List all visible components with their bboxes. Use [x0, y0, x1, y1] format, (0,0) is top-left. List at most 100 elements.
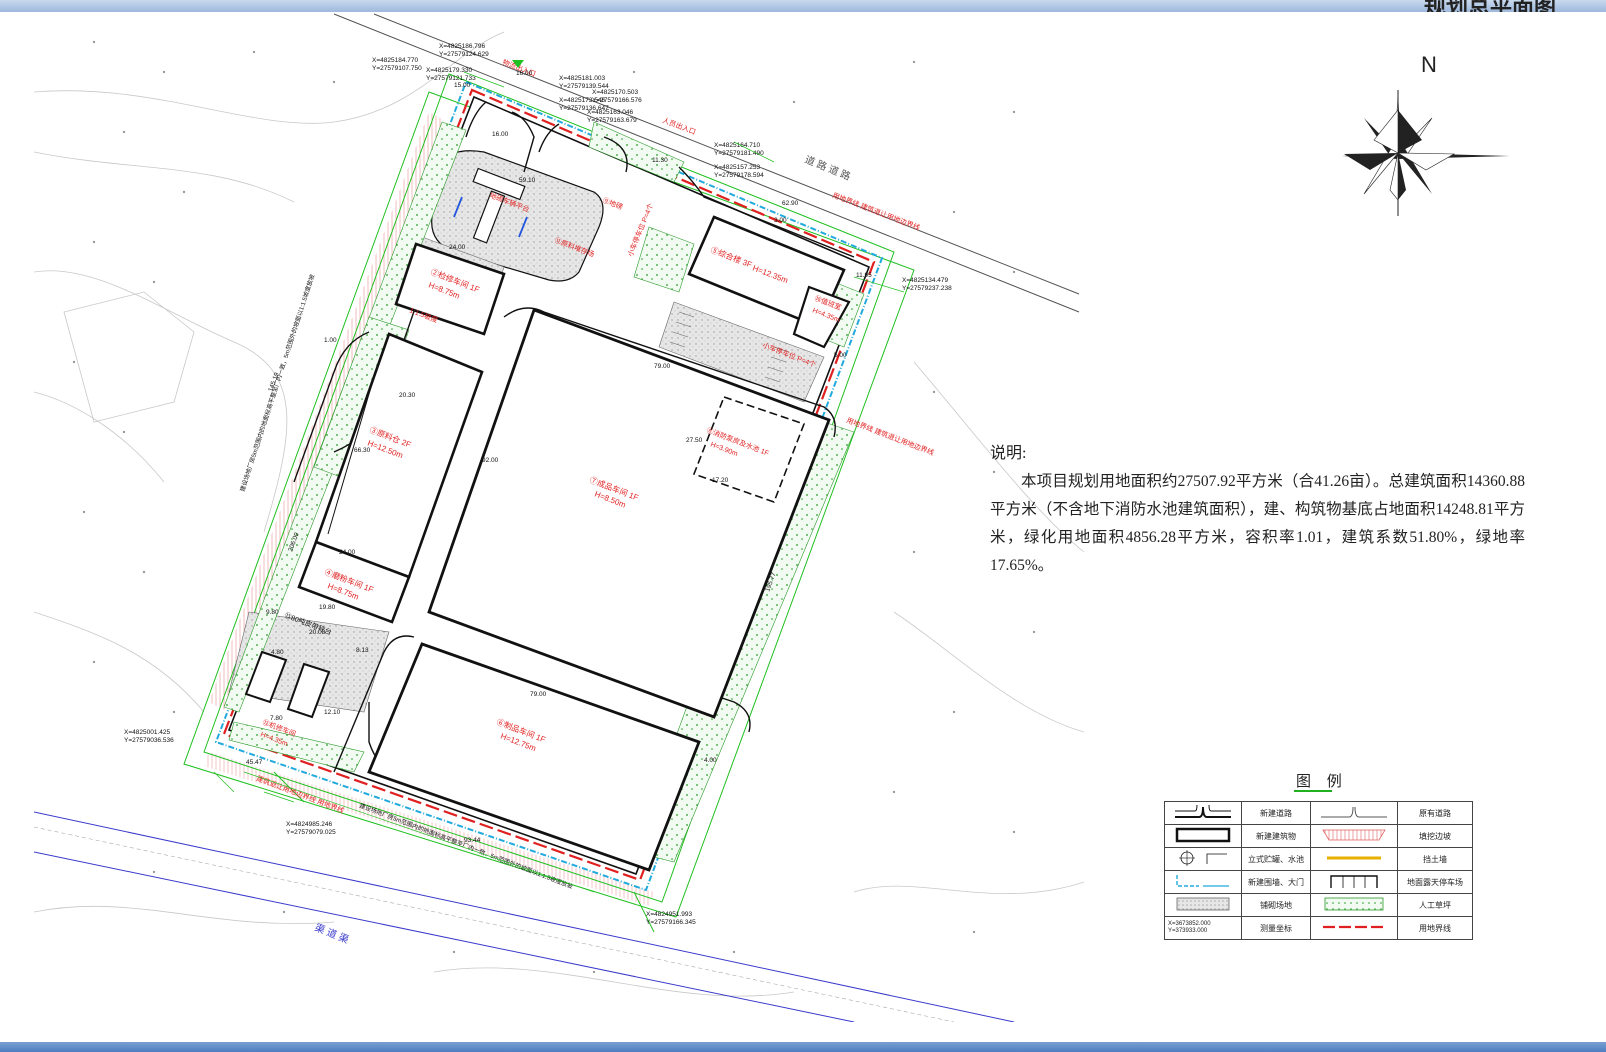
people-entrance-label: 人员出入口: [661, 115, 697, 136]
dimension-label: 66.30: [354, 447, 371, 454]
new-road-symbol: [1164, 801, 1242, 825]
coord-y: Y=27579107.750: [372, 65, 422, 72]
legend-label: 用地界线: [1397, 916, 1473, 940]
dimension-label: 79.00: [530, 691, 547, 698]
north-arrow-icon: [1342, 90, 1510, 216]
north-label: N: [1421, 52, 1437, 77]
dimension-label: 20.30: [399, 392, 416, 399]
dimension-label: 17.20: [712, 477, 729, 484]
dimension-label: 79.00: [654, 363, 671, 370]
coord-x: X=4825134.479: [902, 277, 948, 284]
legend-row: 新建道路 原有道路: [1164, 801, 1473, 825]
boundary-e-label: 用地界线 建筑退让用地边界线: [845, 415, 935, 457]
channel-label: 渠 道 渠: [313, 921, 351, 946]
dimension-label: 24.00: [339, 549, 356, 556]
legend-row: X=3673852.000 Y=373933.000 测量坐标 用地界线: [1164, 916, 1473, 940]
boundary-line-symbol: [1310, 916, 1398, 940]
dimension-label: 7.80: [270, 715, 283, 722]
dimension-label: 15.00: [454, 82, 471, 89]
dimension-label: 19.80: [319, 604, 336, 611]
dimension-label: 24.00: [449, 244, 466, 251]
retaining-wall-symbol: [1310, 847, 1398, 871]
legend-underline: [1294, 790, 1332, 792]
coord-y: Y=27579121.733: [426, 75, 476, 82]
coord-x: X=4825173.546: [559, 97, 605, 104]
legend-label: 新建建筑物: [1241, 824, 1311, 848]
coord-y: Y=27579079.025: [286, 829, 336, 836]
coord-y: Y=27579166.345: [646, 919, 696, 926]
new-building-symbol: [1164, 824, 1242, 848]
legend-row: 新建围墙、大门 地面露天停车场: [1164, 870, 1473, 894]
dimension-label: 1.00: [324, 337, 337, 344]
dimension-label: 16.00: [516, 70, 533, 77]
survey-coord-symbol: X=3673852.000 Y=373933.000: [1164, 916, 1242, 940]
legend-label: 新建围墙、大门: [1241, 870, 1311, 894]
coord-x: X=4825157.253: [714, 164, 760, 171]
coord-y: Y=27579163.679: [587, 117, 637, 124]
coord-x: X=4824985.246: [286, 821, 332, 828]
dimension-label: 93.44: [464, 837, 481, 844]
legend-label: 测量坐标: [1241, 916, 1311, 940]
lawn-symbol: [1310, 893, 1398, 917]
coord-x: X=4825164.710: [714, 142, 760, 149]
footer-bar: [0, 1042, 1606, 1052]
coord-x: X=4825181.003: [559, 75, 605, 82]
coord-x: X=4825001.425: [124, 729, 170, 736]
coord-x: X=4825179.330: [426, 67, 472, 74]
legend-label: 铺砌场地: [1241, 893, 1311, 917]
legend-label: 人工草坪: [1397, 893, 1473, 917]
slope-symbol: [1310, 824, 1398, 848]
dimension-label: 16.00: [492, 131, 509, 138]
legend-title: 图 例: [1296, 774, 1348, 790]
wall-gate-symbol: [1164, 870, 1242, 894]
legend-table: 新建道路 原有道路 新建建筑物 填挖边坡 立式贮罐、水池 挡土墙 新建围墙、大门: [1164, 801, 1473, 940]
dimension-label: 12.10: [324, 709, 341, 716]
dimension-label: 27.50: [686, 437, 703, 444]
header-bar: [0, 0, 1606, 12]
road-label: 道 路 道 路: [803, 153, 853, 183]
dimension-label: 11.30: [652, 157, 668, 164]
dimension-label: 3.00: [774, 217, 787, 224]
legend-label: 地面露天停车场: [1397, 870, 1473, 894]
legend-label: 填挖边坡: [1397, 824, 1473, 848]
coord-sample-x: X=3673852.000: [1168, 921, 1211, 927]
paving-symbol: [1164, 893, 1242, 917]
dimension-label: 59.10: [519, 177, 536, 184]
dimension-label: 92.00: [482, 457, 499, 464]
coord-sample-y: Y=373933.000: [1168, 928, 1208, 934]
notes-title: 说明:: [990, 445, 1027, 462]
notes-body: 本项目规划用地面积约27507.92平方米（合41.26亩）。总建筑面积1436…: [990, 473, 1525, 574]
dimension-label: 11.95: [856, 272, 872, 279]
dimension-label: 62.90: [782, 200, 799, 207]
notes-block: 说明: 本项目规划用地面积约27507.92平方米（合41.26亩）。总建筑面积…: [990, 440, 1525, 580]
dimension-label: 8.13: [356, 647, 369, 654]
coord-x: X=4825186.796: [439, 43, 485, 50]
legend-row: 新建建筑物 填挖边坡: [1164, 824, 1473, 848]
coord-y: Y=27579036.536: [124, 737, 174, 744]
dimension-label: 20.08: [309, 629, 326, 636]
coord-x: X=4825184.770: [372, 57, 418, 64]
site-plan: 道 路 道 路 渠 道 渠 ②检修车间 1F H=8.75m ③原料仓 2F H…: [34, 13, 1084, 1022]
legend-label: 挡土墙: [1397, 847, 1473, 871]
boundary-ne-label: 用地界线 建筑退让用地边界线: [831, 190, 921, 232]
legend-label: 原有道路: [1397, 801, 1473, 825]
tank-pool-symbol: [1164, 847, 1242, 871]
legend-row: 立式贮罐、水池 挡土墙: [1164, 847, 1473, 871]
coord-x: X=4824951.993: [646, 911, 692, 918]
legend-label: 立式贮罐、水池: [1241, 847, 1311, 871]
legend-row: 铺砌场地 人工草坪: [1164, 893, 1473, 917]
coord-y: Y=27579237.238: [902, 285, 952, 292]
dimension-label: 4.80: [271, 649, 284, 656]
coord-y: Y=27579124.629: [439, 51, 489, 58]
parking-symbol: [1310, 870, 1398, 894]
dimension-label: 5.00: [834, 352, 847, 359]
dimension-label: 9.80: [266, 609, 279, 616]
dimension-label: 45.47: [246, 759, 263, 766]
coord-y: Y=27579178.594: [714, 172, 764, 179]
dimension-label: 4.00: [704, 757, 717, 764]
coord-x: X=4825163.046: [587, 109, 633, 116]
legend-label: 新建道路: [1241, 801, 1311, 825]
coord-x: X=4825170.503: [592, 89, 638, 96]
existing-road-symbol: [1310, 801, 1398, 825]
drawing-sheet: 道 路 道 路 渠 道 渠 ②检修车间 1F H=8.75m ③原料仓 2F H…: [34, 12, 1564, 1042]
